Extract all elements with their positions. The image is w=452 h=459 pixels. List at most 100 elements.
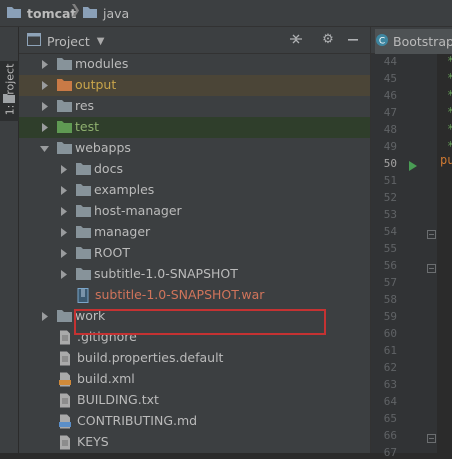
file-icon [59, 351, 74, 366]
tree-row-label: host-manager [94, 203, 182, 218]
chevron-right-icon[interactable] [40, 102, 48, 111]
project-tree: modules output res test webapps docs examples h… [19, 54, 370, 453]
chevron-right-icon[interactable] [40, 60, 48, 69]
tree-row[interactable]: BUILDING.txt [19, 390, 370, 411]
line-number: 46 [383, 89, 397, 102]
folder-icon [57, 120, 72, 135]
tree-row-label: ROOT [94, 245, 130, 260]
chevron-down-icon[interactable] [40, 144, 49, 152]
folder-icon [76, 162, 91, 177]
chevron-right-icon[interactable] [59, 165, 67, 174]
tree-row[interactable]: work [19, 306, 370, 327]
line-number: 47 [383, 106, 397, 119]
tree-row[interactable]: manager [19, 222, 370, 243]
file-icon [59, 372, 74, 387]
line-gutter: 44 * 45 * 46 * 47 * 48 * 49 * 50 51 52 53 54 55 56 57 58 59 60… [371, 54, 452, 459]
line-number: 48 [383, 123, 397, 136]
run-icon[interactable] [409, 159, 417, 174]
file-icon [59, 435, 74, 450]
tree-row[interactable]: host-manager [19, 201, 370, 222]
comment-marker: * [447, 71, 452, 85]
tree-row[interactable]: webapps [19, 138, 370, 159]
tree-row[interactable]: subtitle-1.0-SNAPSHOT.war [19, 285, 370, 306]
gear-icon[interactable]: ⚙ [320, 32, 336, 48]
line-number: 51 [383, 174, 397, 187]
tree-row[interactable]: examples [19, 180, 370, 201]
file-icon [59, 414, 74, 429]
chevron-right-icon[interactable] [40, 123, 48, 132]
tree-row[interactable]: docs [19, 159, 370, 180]
line-number: 56 [383, 259, 397, 272]
tree-row[interactable]: output [19, 75, 370, 96]
svg-text:C: C [379, 37, 385, 47]
chevron-right-icon[interactable] [59, 207, 67, 216]
line-number: 58 [383, 293, 397, 306]
file-icon [59, 330, 74, 345]
fold-icon[interactable] [427, 431, 436, 446]
line-number: 61 [383, 344, 397, 357]
chevron-right-icon[interactable] [59, 186, 67, 195]
tree-row-label: manager [94, 224, 151, 239]
tool-window-tab-label: 1: Project [3, 63, 17, 116]
comment-marker: * [447, 122, 452, 136]
chevron-right-icon[interactable] [59, 228, 67, 237]
line-number: 52 [383, 191, 397, 204]
comment-marker: * [447, 88, 452, 102]
line-number: 50 [383, 157, 397, 170]
folder-icon [76, 246, 91, 261]
tool-window-strip: 1: Project [0, 27, 19, 453]
line-number: 44 [383, 55, 397, 68]
comment-marker: * [447, 139, 452, 153]
file-icon [59, 393, 74, 408]
tree-row[interactable]: subtitle-1.0-SNAPSHOT [19, 264, 370, 285]
tree-row[interactable]: modules [19, 54, 370, 75]
editor-tab-bar: C Bootstrap [371, 27, 452, 54]
tree-row[interactable]: test [19, 117, 370, 138]
folder-icon [76, 225, 91, 240]
code-fragment: pu [440, 153, 452, 167]
breadcrumb-label: java [103, 5, 130, 21]
tree-row-label: webapps [75, 140, 131, 155]
editor-area: C Bootstrap 44 * 45 * 46 * 47 * 48 * 49 * 50 51 52 53 54… [370, 27, 452, 459]
tree-row-label: KEYS [77, 434, 109, 449]
editor-tab[interactable]: C Bootstrap [375, 29, 452, 54]
tree-row[interactable]: ROOT [19, 243, 370, 264]
tree-row-label: subtitle-1.0-SNAPSHOT.war [95, 287, 265, 302]
tree-row[interactable]: build.xml [19, 369, 370, 390]
chevron-right-icon[interactable] [40, 312, 48, 321]
panel-header: Project ▼ ⚙ [19, 27, 370, 54]
folder-icon [57, 309, 72, 324]
class-icon: C [375, 33, 389, 50]
tree-row[interactable]: CONTRIBUTING.md [19, 411, 370, 432]
folder-icon [76, 204, 91, 219]
chevron-right-icon[interactable] [59, 270, 67, 279]
chevron-right-icon[interactable] [59, 249, 67, 258]
folder-icon [57, 78, 72, 93]
line-number: 62 [383, 361, 397, 374]
folder-icon [76, 183, 91, 198]
tree-row[interactable]: res [19, 96, 370, 117]
breadcrumb-item-java[interactable]: java [82, 5, 129, 21]
tree-row[interactable]: build.properties.default [19, 348, 370, 369]
line-number: 57 [383, 276, 397, 289]
archive-file-icon [77, 288, 92, 303]
breadcrumb-item-tomcat[interactable]: tomcat [6, 5, 76, 21]
tree-row-label: BUILDING.txt [77, 392, 159, 407]
chevron-right-icon[interactable] [40, 81, 48, 90]
navigation-bar: tomcat ❯ java [0, 0, 452, 27]
folder-icon [3, 91, 15, 106]
project-view-icon [27, 33, 41, 49]
fold-icon[interactable] [427, 261, 436, 276]
tree-row-label: subtitle-1.0-SNAPSHOT [94, 266, 238, 281]
collapse-icon[interactable] [288, 32, 304, 48]
tree-row[interactable]: .gitignore [19, 327, 370, 348]
view-selector[interactable]: Project ▼ [27, 33, 104, 49]
folder-icon [57, 141, 72, 156]
line-number: 63 [383, 378, 397, 391]
tree-row-label: CONTRIBUTING.md [77, 413, 198, 428]
hide-icon[interactable] [345, 32, 361, 48]
line-number: 45 [383, 72, 397, 85]
tree-row-label: res [75, 98, 95, 113]
tree-row[interactable]: KEYS [19, 432, 370, 453]
fold-icon[interactable] [427, 227, 436, 242]
